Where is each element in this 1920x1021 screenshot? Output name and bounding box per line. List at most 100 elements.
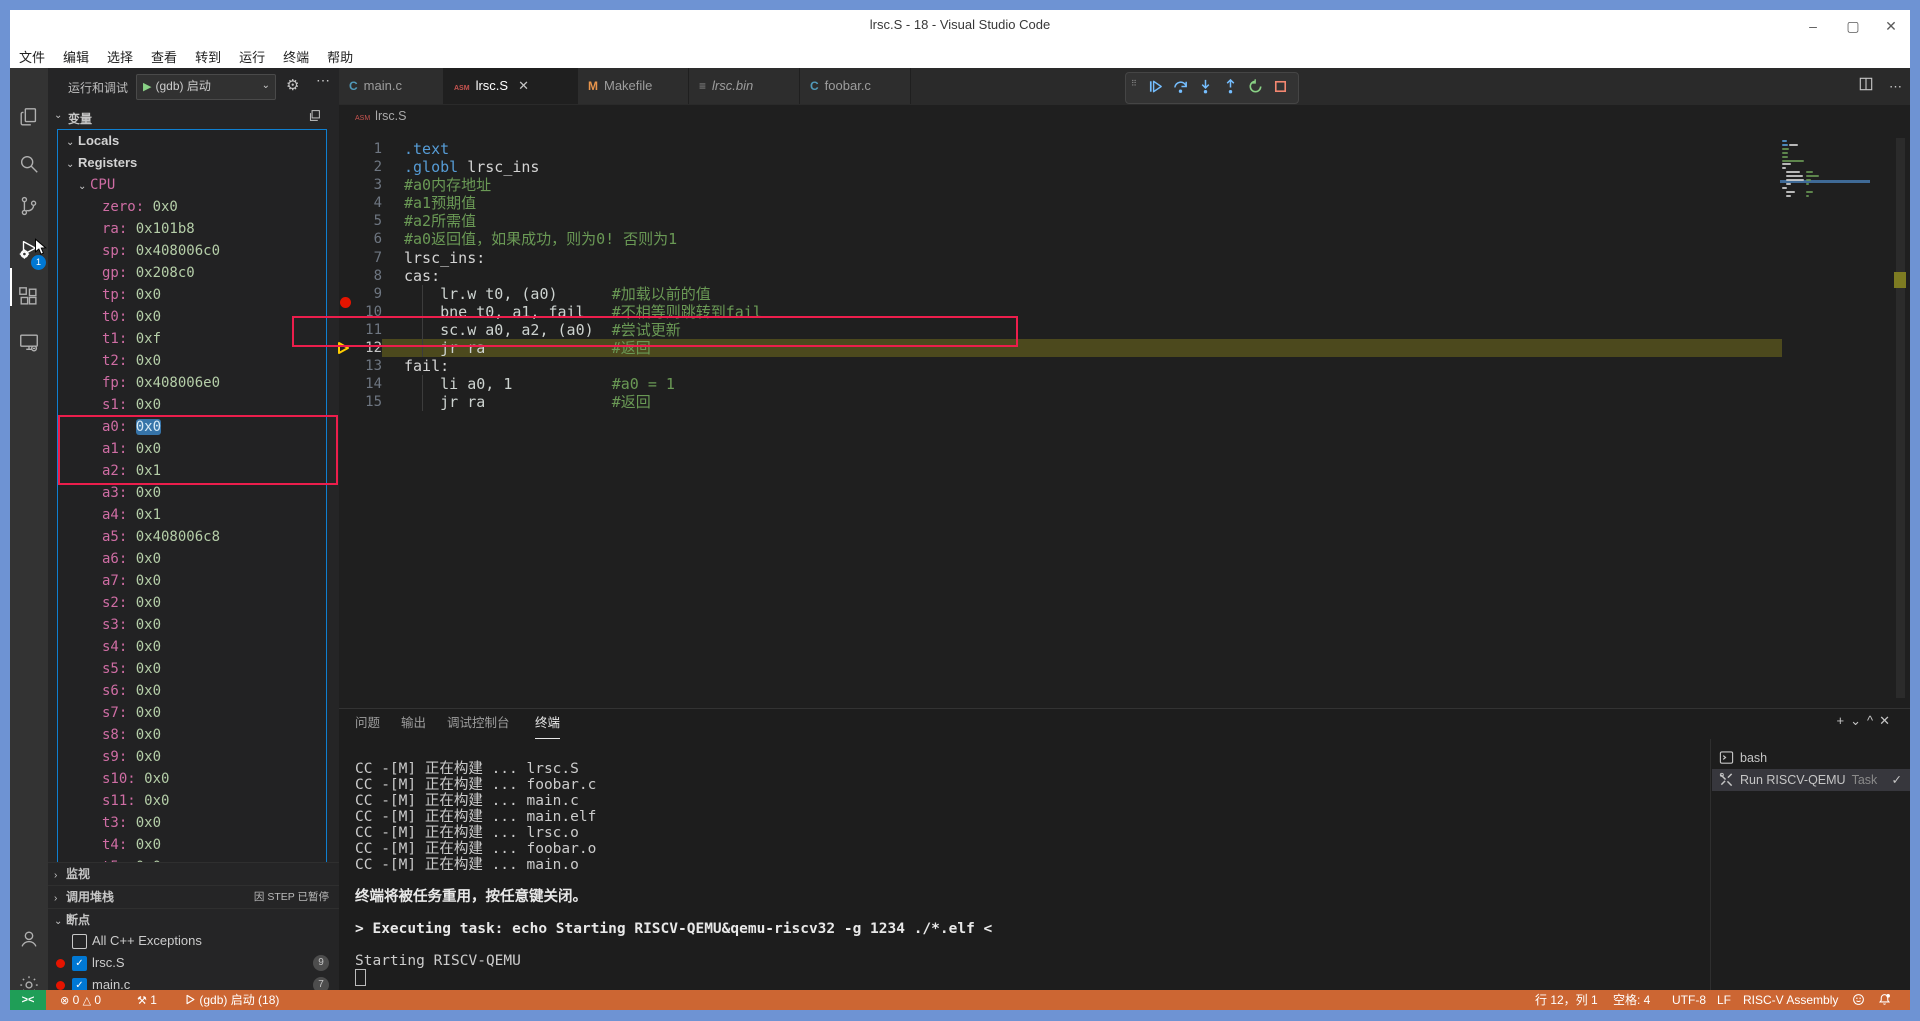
register-row[interactable]: a4: 0x1 — [58, 504, 326, 526]
register-row[interactable]: sp: 0x408006c0 — [58, 240, 326, 262]
breakpoints-section-header[interactable]: ⌄ 断点 — [48, 908, 339, 931]
step-over-button[interactable] — [1169, 78, 1191, 98]
tree-group-row[interactable]: ⌄ Registers — [58, 152, 326, 174]
terminal-output[interactable]: CC -[M] 正在构建 ... lrsc.S CC -[M] 正在构建 ... … — [355, 761, 1685, 986]
scrollbar-slider[interactable] — [1896, 138, 1905, 698]
breakpoint-icon[interactable] — [340, 297, 351, 308]
register-row[interactable]: a2: 0x1 — [58, 460, 326, 482]
extensions-icon[interactable] — [10, 278, 48, 318]
menu-item-帮助[interactable]: 帮助 — [318, 43, 362, 70]
new-terminal-icon[interactable]: + — [1836, 713, 1850, 728]
collapse-all-icon[interactable] — [308, 109, 321, 125]
start-debug-icon[interactable]: ▶ — [143, 81, 151, 93]
encoding-status[interactable]: UTF-8 — [1672, 990, 1706, 1010]
more-actions-icon[interactable]: ⋯ — [1889, 79, 1902, 94]
branch-icon[interactable] — [10, 187, 48, 227]
debug-settings-gear-icon[interactable]: ⚙ — [286, 76, 299, 94]
tab-foobar.c[interactable]: Cfoobar.c — [800, 68, 911, 104]
menu-item-文件[interactable]: 文件 — [10, 43, 54, 70]
register-row[interactable]: s8: 0x0 — [58, 724, 326, 746]
close-icon[interactable]: ✕ — [1879, 713, 1896, 728]
callstack-section-header[interactable]: › 调用堆栈因 STEP 已暂停 — [48, 885, 339, 908]
register-row[interactable]: s10: 0x0 — [58, 768, 326, 790]
more-actions-icon[interactable]: ⋯ — [316, 72, 330, 89]
code-line-12[interactable]: 12 jr ra #返回 — [339, 339, 1799, 357]
restore-button[interactable]: ▢ — [1836, 14, 1870, 39]
code-line-3[interactable]: 3 #a0内存地址 — [339, 176, 1799, 194]
register-row[interactable]: s7: 0x0 — [58, 702, 326, 724]
step-into-button[interactable] — [1194, 78, 1216, 98]
eol-status[interactable]: LF — [1717, 990, 1731, 1010]
feedback-icon[interactable] — [1852, 990, 1865, 1010]
menu-item-终端[interactable]: 终端 — [274, 43, 318, 70]
panel-tab-调试控制台[interactable]: 调试控制台 — [447, 709, 510, 738]
debug-session-status[interactable]: (gdb) 启动 (18) — [185, 990, 279, 1010]
breakpoint-item[interactable]: All C++ Exceptions — [48, 930, 339, 952]
register-row[interactable]: t1: 0xf — [58, 328, 326, 350]
register-row[interactable]: a7: 0x0 — [58, 570, 326, 592]
register-row[interactable]: a0: 0x0 — [58, 416, 326, 438]
register-row[interactable]: tp: 0x0 — [58, 284, 326, 306]
tree-group-row[interactable]: ⌄ CPU — [58, 174, 326, 196]
code-line-9[interactable]: 9 lr.w t0, (a0) #加载以前的值 — [339, 285, 1799, 303]
variables-tree[interactable]: ⌄ Locals ⌄ Registers ⌄ CPU zero: 0x0 ra: 0x101b… — [57, 129, 327, 863]
register-row[interactable]: t0: 0x0 — [58, 306, 326, 328]
code-line-2[interactable]: 2 .globl lrsc_ins — [339, 158, 1799, 176]
maximize-panel-icon[interactable]: ^ — [1867, 713, 1879, 728]
register-row[interactable]: s5: 0x0 — [58, 658, 326, 680]
code-editor[interactable]: ASM lrsc.S 1 .text 2 .globl lrsc_ins 3 #a0内存地址… — [339, 105, 1910, 708]
code-line-13[interactable]: 13 fail: — [339, 357, 1799, 375]
register-row[interactable]: zero: 0x0 — [58, 196, 326, 218]
code-line-11[interactable]: 11 sc.w a0, a2, (a0) #尝试更新 — [339, 321, 1799, 339]
code-line-10[interactable]: 10 bne t0, a1, fail #不相等则跳转到fail — [339, 303, 1799, 321]
panel-tab-问题[interactable]: 问题 — [355, 709, 380, 738]
tab-lrsc.bin[interactable]: ≡ lrsc.bin — [689, 68, 800, 104]
menu-item-转到[interactable]: 转到 — [186, 43, 230, 70]
account-icon[interactable] — [10, 920, 48, 960]
register-row[interactable]: gp: 0x208c0 — [58, 262, 326, 284]
register-row[interactable]: t2: 0x0 — [58, 350, 326, 372]
language-mode-status[interactable]: RISC-V Assembly — [1743, 990, 1838, 1010]
register-row[interactable]: a1: 0x0 — [58, 438, 326, 460]
register-row[interactable]: s2: 0x0 — [58, 592, 326, 614]
tab-main.c[interactable]: Cmain.c — [339, 68, 444, 104]
step-out-button[interactable] — [1219, 78, 1241, 98]
code-line-6[interactable]: 6 #a0返回值，如果成功，则为0! 否则为1 — [339, 230, 1799, 248]
drag-handle[interactable]: ⠿ — [1131, 80, 1138, 88]
code-line-1[interactable]: 1 .text — [339, 140, 1799, 158]
code-line-8[interactable]: 8 cas: — [339, 267, 1799, 285]
register-row[interactable]: s4: 0x0 — [58, 636, 326, 658]
terminal-list-item-bash[interactable]: bash — [1712, 747, 1910, 769]
code-line-15[interactable]: 15 jr ra #返回 — [339, 393, 1799, 411]
code-lines[interactable]: 1 .text 2 .globl lrsc_ins 3 #a0内存地址 4 #a1预期值 5 #a… — [339, 140, 1799, 411]
notifications-bell-icon[interactable] — [1878, 990, 1891, 1010]
variables-section-header[interactable]: ⌄ 变量 — [48, 105, 339, 130]
menu-item-选择[interactable]: 选择 — [98, 43, 142, 70]
breadcrumb[interactable]: ASM lrsc.S — [355, 109, 406, 123]
tab-Makefile[interactable]: M Makefile — [578, 68, 689, 104]
close-button[interactable]: ✕ — [1874, 14, 1908, 39]
menu-item-运行[interactable]: 运行 — [230, 43, 274, 70]
monitor-icon[interactable] — [10, 323, 48, 363]
ports-status[interactable]: ⚒ 1 — [137, 990, 157, 1010]
indentation-status[interactable]: 空格: 4 — [1613, 990, 1650, 1010]
register-row[interactable]: s9: 0x0 — [58, 746, 326, 768]
register-row[interactable]: s6: 0x0 — [58, 680, 326, 702]
register-row[interactable]: s11: 0x0 — [58, 790, 326, 812]
editor-scrollbar[interactable] — [1894, 105, 1906, 708]
register-row[interactable]: ra: 0x101b8 — [58, 218, 326, 240]
register-row[interactable]: a5: 0x408006c8 — [58, 526, 326, 548]
terminal-list-item-Run RISCV-QEMU[interactable]: Run RISCV-QEMU Task ✓ — [1712, 769, 1910, 791]
register-row[interactable]: a6: 0x0 — [58, 548, 326, 570]
watch-section-header[interactable]: › 监视 — [48, 862, 339, 885]
breakpoint-checkbox[interactable]: ✓ — [72, 956, 87, 971]
register-row[interactable]: t4: 0x0 — [58, 834, 326, 856]
continue-button[interactable] — [1144, 78, 1166, 98]
breakpoint-item[interactable]: ✓ lrsc.S 9 — [48, 952, 339, 974]
code-line-7[interactable]: 7 lrsc_ins: — [339, 249, 1799, 267]
problems-status[interactable]: ⊗ 0 △ 0 — [60, 990, 101, 1010]
code-line-5[interactable]: 5 #a2所需值 — [339, 212, 1799, 230]
files-icon[interactable] — [10, 98, 48, 138]
menu-item-查看[interactable]: 查看 — [142, 43, 186, 70]
minimize-button[interactable]: – — [1796, 14, 1830, 39]
